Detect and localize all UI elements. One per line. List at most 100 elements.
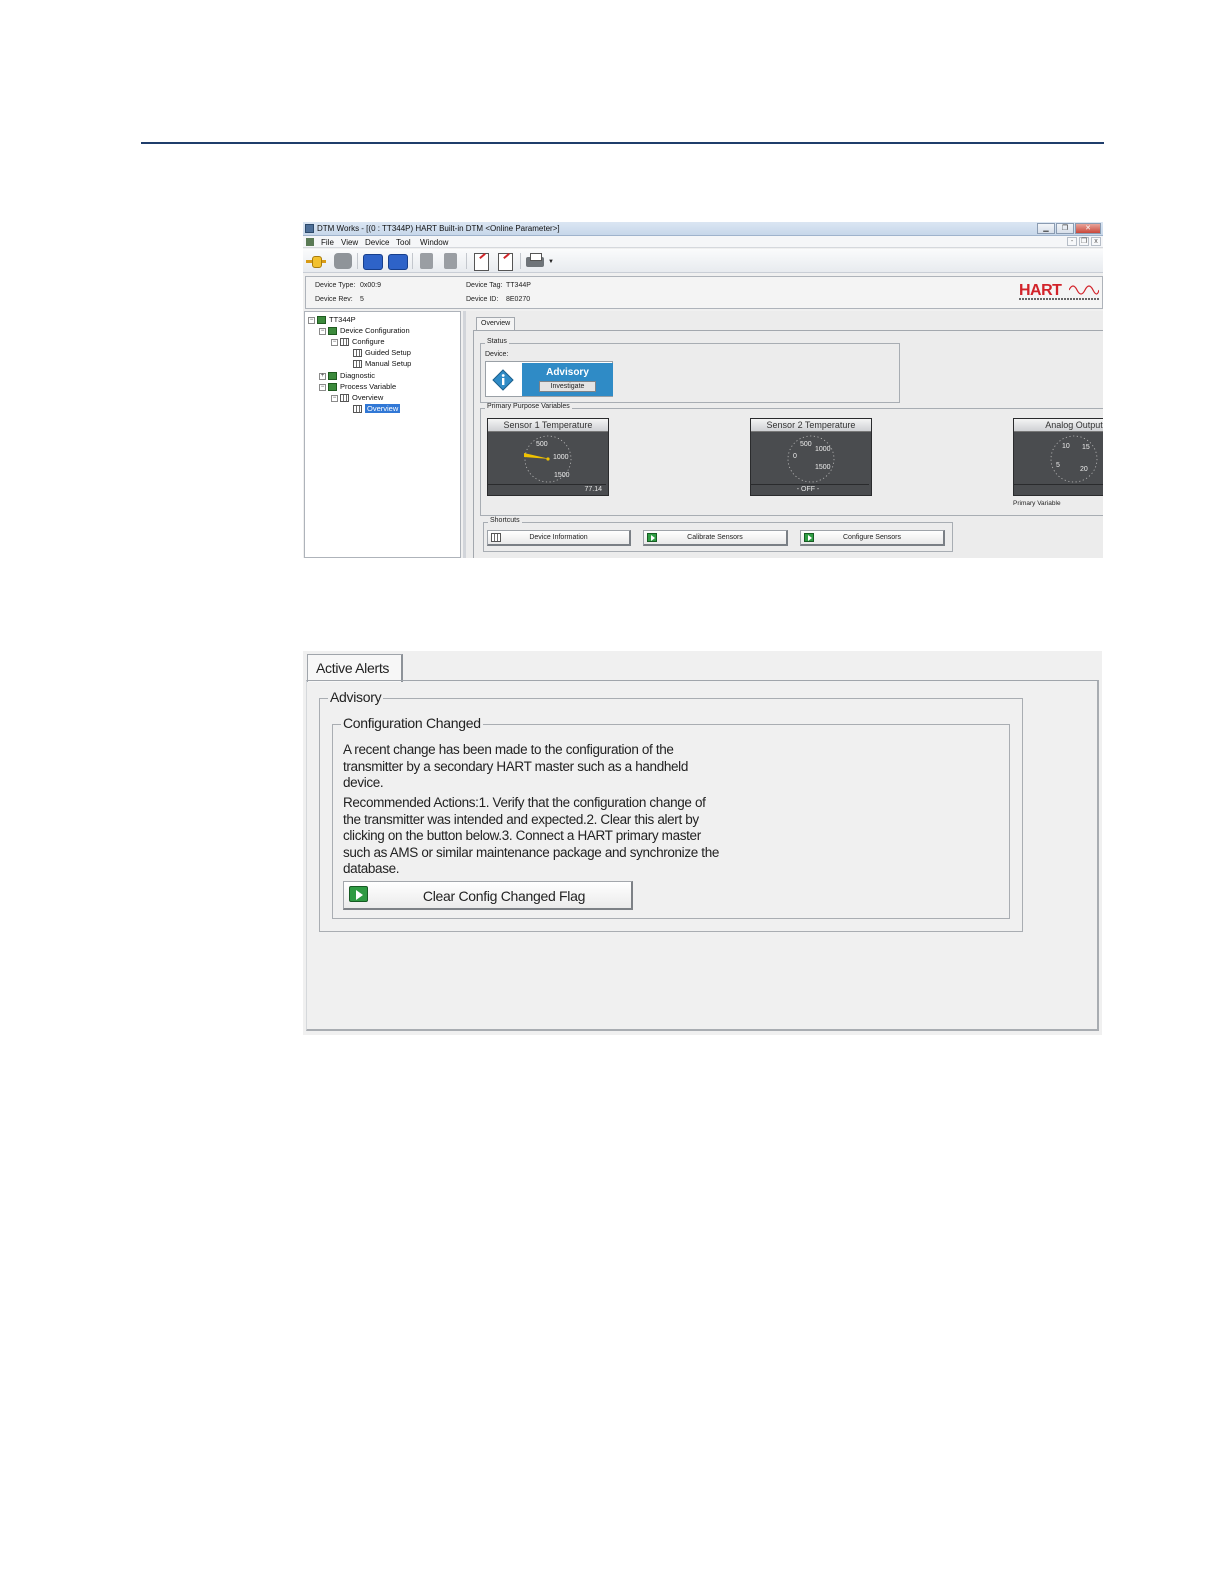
page-icon [340,338,349,347]
collapse-icon[interactable]: − [331,338,338,346]
document-icon[interactable] [306,238,314,246]
status-group: Status Device: Advisory Investigate [480,338,900,403]
tree-item-overview-folder[interactable]: − Overview [331,393,383,403]
page-icon [353,360,362,369]
gauge-tick: 15 [1082,444,1090,451]
download-icon[interactable] [387,252,408,270]
device-icon [317,316,326,325]
menu-device[interactable]: Device [365,238,389,247]
sensor-2-gauge: Sensor 2 Temperature 500 1000 0 1500 - O… [750,418,872,496]
tab-active-alerts[interactable]: Active Alerts [307,654,403,682]
gauge-title: Analog Output [1014,419,1103,432]
gauge-value: - OFF - [751,484,869,493]
minimize-button[interactable]: ▁ [1037,223,1055,234]
menu-view[interactable]: View [341,238,358,247]
window-titlebar: DTM Works - [(0 : TT344P) HART Built-in … [303,222,1103,236]
mdi-restore-button[interactable]: ❐ [1079,237,1089,246]
toolbar-separator [412,253,413,269]
toolbar: ▼ [303,249,1103,273]
configure-sensors-button[interactable]: Configure Sensors [800,530,945,546]
analog-output-gauge: Analog Output 10 15 5 20 [1013,418,1103,496]
tree-item-process-variable[interactable]: − Process Variable [319,382,396,392]
overview-pane: Overview Status Device: Advisory Investi… [463,311,1103,558]
shortcuts-group: Shortcuts Device Information Calibrate S… [483,517,953,552]
tree-item-guided-setup[interactable]: Guided Setup [353,348,411,358]
primary-vars-group-label: Primary Purpose Variables [485,403,572,410]
folder-icon [328,383,337,392]
device-information-button[interactable]: Device Information [487,530,631,546]
menu-bar: File View Device Tool Window - ❐ x [303,236,1103,248]
gauge-dial: 10 15 5 20 [1050,435,1098,483]
recommended-actions: Recommended Actions:1. Verify that the c… [343,795,720,876]
investigate-button[interactable]: Investigate [539,381,596,392]
disconnect-icon[interactable] [333,252,353,270]
mdi-minimize-button[interactable]: - [1067,237,1077,246]
page-icon [353,349,362,358]
device-tree: − TT344P − Device Configuration − Configure… [304,311,461,558]
gauge-tick: 5 [1056,462,1060,469]
hart-wave-icon [1069,285,1099,295]
gauge-tick: 500 [536,441,548,448]
upload-icon[interactable] [362,252,383,270]
restore-button[interactable]: ❐ [1056,223,1074,234]
gauge-title: Sensor 2 Temperature [751,419,871,432]
export-icon[interactable] [471,252,491,271]
gauge-value: 77.14 [488,484,606,493]
gauge-tick: 500 [800,441,812,448]
active-alerts-window: Active Alerts Advisory Configuration Cha… [303,651,1102,1035]
advisory-group: Advisory Configuration Changed A recent … [319,689,1023,932]
device-type-label: Device Type: [315,282,356,289]
import-icon[interactable] [495,252,515,271]
close-button[interactable]: ✕ [1075,223,1101,234]
overview-content: Status Device: Advisory Investigate Prim… [473,330,1103,558]
tree-item-device[interactable]: − TT344P [308,315,356,325]
advisory-panel: Advisory Investigate [522,363,613,396]
page-icon [340,394,349,403]
collapse-icon[interactable]: − [331,394,338,402]
device-status-label: Device: [485,351,509,358]
page-icon [353,405,362,414]
tab-overview[interactable]: Overview [476,317,516,330]
tool-icon[interactable] [417,252,437,270]
primary-variable-label: Primary Variable [1013,500,1061,507]
gauge-value [1014,484,1103,493]
expand-icon[interactable]: + [319,372,326,380]
gauge-tick: 1000 [815,446,831,453]
toolbar-separator [466,253,467,269]
tree-item-device-configuration[interactable]: − Device Configuration [319,326,410,336]
toolbar-separator [520,253,521,269]
tree-item-diagnostic[interactable]: + Diagnostic [319,371,375,381]
collapse-icon[interactable]: − [319,383,326,391]
menu-file[interactable]: File [321,238,334,247]
toolbar-separator [357,253,358,269]
menu-window[interactable]: Window [420,238,448,247]
mdi-close-button[interactable]: x [1091,237,1101,246]
folder-icon [328,327,337,336]
connect-icon[interactable] [306,252,326,270]
device-id-value: 8E0270 [506,296,531,303]
advisory-status: Advisory Investigate [485,361,613,397]
active-alerts-content: Advisory Configuration Changed A recent … [306,680,1099,1031]
chevron-down-icon[interactable]: ▼ [548,259,554,265]
info-diamond-icon [492,369,514,391]
gauge-tick: 20 [1080,466,1088,473]
calibrate-sensors-button[interactable]: Calibrate Sensors [643,530,788,546]
gauge-tick: 0 [793,453,797,460]
alert-description: A recent change has been made to the con… [343,742,688,790]
menu-tool[interactable]: Tool [396,238,411,247]
gauge-tick: 1500 [815,464,831,471]
device-tag-value: TT344P [506,282,531,289]
device-type-value: 0x00:9 [360,282,382,289]
collapse-icon[interactable]: − [308,316,315,324]
tool-icon[interactable] [441,252,461,270]
tree-item-overview[interactable]: Overview [353,404,401,414]
device-rev-value: 5 [360,296,364,303]
window-title: DTM Works - [(0 : TT344P) HART Built-in … [317,224,560,233]
tree-item-configure[interactable]: − Configure [331,337,385,347]
collapse-icon[interactable]: − [319,327,326,335]
print-icon[interactable] [525,252,545,270]
advisory-title: Advisory [546,367,589,378]
configuration-changed-group: Configuration Changed A recent change ha… [332,715,1010,919]
tree-item-manual-setup[interactable]: Manual Setup [353,359,411,369]
clear-config-changed-flag-button[interactable]: Clear Config Changed Flag [343,881,633,910]
